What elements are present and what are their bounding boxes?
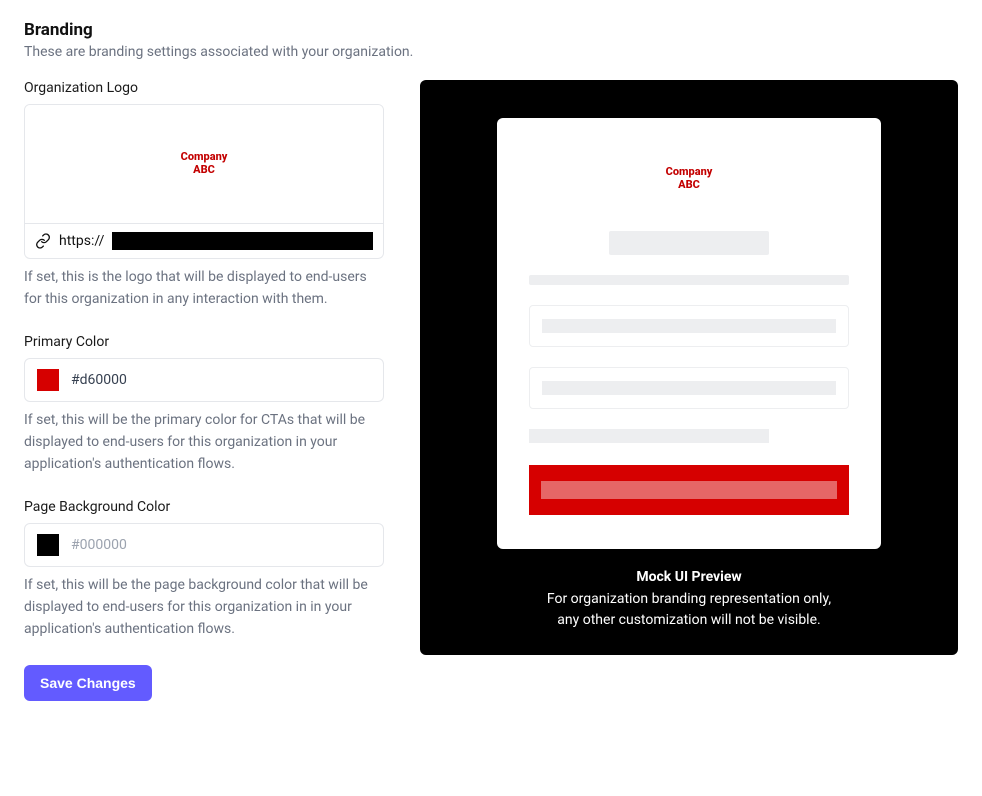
bg-color-label: Page Background Color — [24, 499, 384, 515]
logo-url-prefix: https:// — [59, 233, 104, 249]
mock-logo-line1: Company — [666, 165, 713, 178]
company-logo-line1: Company — [181, 150, 228, 163]
primary-color-help: If set, this will be the primary color f… — [24, 410, 384, 475]
org-logo-preview: Company ABC — [25, 105, 383, 223]
org-logo-label: Organization Logo — [24, 80, 384, 96]
mock-input-2 — [529, 367, 849, 409]
mock-line — [529, 275, 849, 285]
mock-logo-line2: ABC — [678, 178, 700, 191]
save-button[interactable]: Save Changes — [24, 665, 152, 701]
primary-color-row[interactable] — [24, 358, 384, 402]
bg-color-input[interactable] — [71, 537, 371, 553]
primary-color-field: Primary Color If set, this will be the p… — [24, 334, 384, 475]
primary-color-label: Primary Color — [24, 334, 384, 350]
settings-column: Organization Logo Company ABC https:// — [24, 80, 384, 701]
preview-caption: Mock UI Preview For organization brandin… — [547, 569, 831, 631]
company-logo: Company ABC — [181, 151, 228, 176]
preview-panel: Company ABC Mock UI Preview For organiza… — [420, 80, 958, 655]
bg-color-help: If set, this will be the page background… — [24, 575, 384, 640]
bg-color-swatch[interactable] — [37, 534, 59, 556]
org-logo-card: Company ABC https:// — [24, 104, 384, 259]
org-logo-help: If set, this is the logo that will be di… — [24, 267, 384, 310]
org-logo-url-row[interactable]: https:// — [25, 223, 383, 258]
bg-color-field: Page Background Color If set, this will … — [24, 499, 384, 640]
primary-color-input[interactable] — [71, 372, 371, 388]
preview-column: Company ABC Mock UI Preview For organiza… — [420, 80, 958, 701]
mock-input-1 — [529, 305, 849, 347]
mock-title-bar — [609, 231, 769, 255]
link-icon — [35, 233, 51, 249]
mock-card: Company ABC — [497, 118, 881, 549]
page-title: Branding — [24, 20, 958, 40]
page-description: These are branding settings associated w… — [24, 44, 958, 60]
preview-caption-line1: For organization branding representation… — [547, 589, 831, 610]
logo-url-redacted — [112, 232, 373, 250]
preview-caption-title: Mock UI Preview — [547, 569, 831, 585]
primary-color-swatch[interactable] — [37, 369, 59, 391]
preview-caption-line2: any other customization will not be visi… — [547, 610, 831, 631]
org-logo-field: Organization Logo Company ABC https:// — [24, 80, 384, 310]
company-logo-line2: ABC — [193, 163, 215, 176]
mock-small-line — [529, 429, 769, 443]
mock-logo: Company ABC — [666, 166, 713, 191]
mock-cta-button — [529, 465, 849, 515]
bg-color-row[interactable] — [24, 523, 384, 567]
